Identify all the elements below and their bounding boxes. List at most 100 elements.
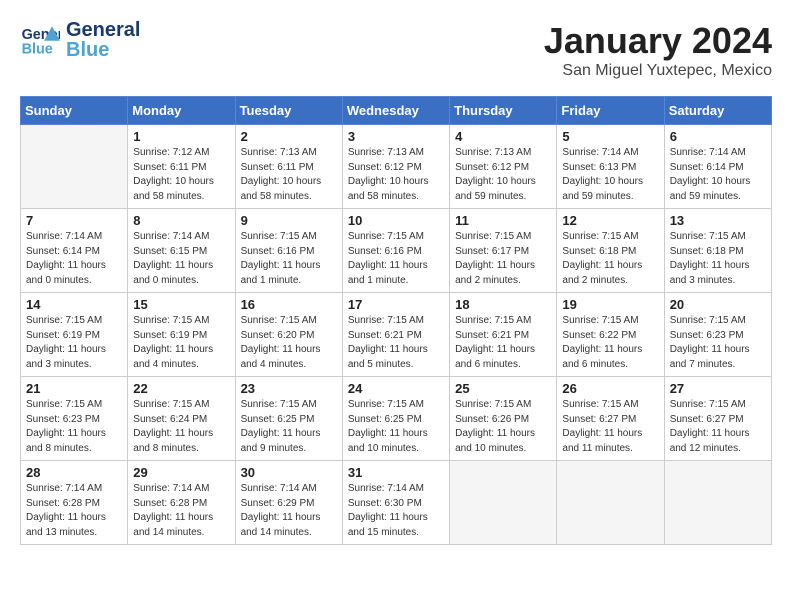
- day-info: Sunrise: 7:14 AM Sunset: 6:15 PM Dayligh…: [133, 230, 229, 288]
- day-number: 3: [348, 129, 444, 144]
- calendar-cell: 16 Sunrise: 7:15 AM Sunset: 6:20 PM Dayli…: [235, 293, 342, 377]
- logo: General Blue General Blue: [20, 20, 140, 60]
- calendar-cell: 15 Sunrise: 7:15 AM Sunset: 6:19 PM Dayli…: [128, 293, 235, 377]
- day-number: 25: [455, 381, 551, 396]
- day-number: 30: [241, 465, 337, 480]
- day-info: Sunrise: 7:15 AM Sunset: 6:16 PM Dayligh…: [241, 230, 337, 288]
- day-info: Sunrise: 7:14 AM Sunset: 6:14 PM Dayligh…: [670, 146, 766, 204]
- calendar-cell: 28 Sunrise: 7:14 AM Sunset: 6:28 PM Dayli…: [21, 461, 128, 545]
- calendar-week-3: 21Sunrise: 7:15 AM Sunset: 6:23 PM Dayli…: [21, 377, 772, 461]
- header-wednesday: Wednesday: [342, 97, 449, 125]
- header-thursday: Thursday: [450, 97, 557, 125]
- calendar-cell: 22 Sunrise: 7:15 AM Sunset: 6:24 PM Dayli…: [128, 377, 235, 461]
- logo-blue: Blue: [66, 40, 140, 60]
- day-info: Sunrise: 7:15 AM Sunset: 6:20 PM Dayligh…: [241, 314, 337, 372]
- day-info: Sunrise: 7:15 AM Sunset: 6:19 PM Dayligh…: [26, 314, 122, 372]
- calendar-cell: 1 Sunrise: 7:12 AM Sunset: 6:11 PM Daylig…: [128, 125, 235, 209]
- calendar-header-row: SundayMondayTuesdayWednesdayThursdayFrid…: [21, 97, 772, 125]
- day-number: 21: [26, 381, 122, 396]
- day-number: 14: [26, 297, 122, 312]
- day-info: Sunrise: 7:15 AM Sunset: 6:25 PM Dayligh…: [241, 398, 337, 456]
- day-info: Sunrise: 7:14 AM Sunset: 6:30 PM Dayligh…: [348, 482, 444, 540]
- day-number: 4: [455, 129, 551, 144]
- calendar-subtitle: San Miguel Yuxtepec, Mexico: [544, 62, 772, 80]
- day-number: 15: [133, 297, 229, 312]
- svg-text:Blue: Blue: [22, 42, 53, 58]
- calendar-cell: 11 Sunrise: 7:15 AM Sunset: 6:17 PM Dayli…: [450, 209, 557, 293]
- calendar-cell: 12 Sunrise: 7:15 AM Sunset: 6:18 PM Dayli…: [557, 209, 664, 293]
- day-info: Sunrise: 7:15 AM Sunset: 6:22 PM Dayligh…: [562, 314, 658, 372]
- day-number: 16: [241, 297, 337, 312]
- calendar-cell: 25Sunrise: 7:15 AM Sunset: 6:26 PM Dayli…: [450, 377, 557, 461]
- day-number: 7: [26, 213, 122, 228]
- day-number: 22: [133, 381, 229, 396]
- day-info: Sunrise: 7:13 AM Sunset: 6:12 PM Dayligh…: [348, 146, 444, 204]
- day-info: Sunrise: 7:15 AM Sunset: 6:16 PM Dayligh…: [348, 230, 444, 288]
- calendar-week-0: 1 Sunrise: 7:12 AM Sunset: 6:11 PM Daylig…: [21, 125, 772, 209]
- calendar-cell: 31 Sunrise: 7:14 AM Sunset: 6:30 PM Dayli…: [342, 461, 449, 545]
- day-number: 19: [562, 297, 658, 312]
- day-info: Sunrise: 7:15 AM Sunset: 6:18 PM Dayligh…: [670, 230, 766, 288]
- calendar-cell: 3 Sunrise: 7:13 AM Sunset: 6:12 PM Daylig…: [342, 125, 449, 209]
- day-info: Sunrise: 7:15 AM Sunset: 6:21 PM Dayligh…: [455, 314, 551, 372]
- day-info: Sunrise: 7:12 AM Sunset: 6:11 PM Dayligh…: [133, 146, 229, 204]
- day-number: 31: [348, 465, 444, 480]
- day-number: 20: [670, 297, 766, 312]
- calendar-cell: 20 Sunrise: 7:15 AM Sunset: 6:23 PM Dayli…: [664, 293, 771, 377]
- header-saturday: Saturday: [664, 97, 771, 125]
- calendar-cell: [557, 461, 664, 545]
- day-info: Sunrise: 7:13 AM Sunset: 6:11 PM Dayligh…: [241, 146, 337, 204]
- day-number: 6: [670, 129, 766, 144]
- calendar-cell: 24 Sunrise: 7:15 AM Sunset: 6:25 PM Dayli…: [342, 377, 449, 461]
- day-number: 11: [455, 213, 551, 228]
- calendar-cell: 5Sunrise: 7:14 AM Sunset: 6:13 PM Daylig…: [557, 125, 664, 209]
- day-number: 28: [26, 465, 122, 480]
- header-monday: Monday: [128, 97, 235, 125]
- calendar-week-1: 7 Sunrise: 7:14 AM Sunset: 6:14 PM Daylig…: [21, 209, 772, 293]
- header-friday: Friday: [557, 97, 664, 125]
- calendar-cell: 14 Sunrise: 7:15 AM Sunset: 6:19 PM Dayli…: [21, 293, 128, 377]
- logo-icon: General Blue: [20, 20, 60, 60]
- day-info: Sunrise: 7:15 AM Sunset: 6:25 PM Dayligh…: [348, 398, 444, 456]
- day-info: Sunrise: 7:15 AM Sunset: 6:19 PM Dayligh…: [133, 314, 229, 372]
- header-sunday: Sunday: [21, 97, 128, 125]
- calendar-cell: 8Sunrise: 7:14 AM Sunset: 6:15 PM Daylig…: [128, 209, 235, 293]
- day-info: Sunrise: 7:15 AM Sunset: 6:18 PM Dayligh…: [562, 230, 658, 288]
- day-number: 18: [455, 297, 551, 312]
- day-number: 12: [562, 213, 658, 228]
- calendar-cell: 13 Sunrise: 7:15 AM Sunset: 6:18 PM Dayli…: [664, 209, 771, 293]
- day-info: Sunrise: 7:15 AM Sunset: 6:27 PM Dayligh…: [670, 398, 766, 456]
- day-info: Sunrise: 7:15 AM Sunset: 6:21 PM Dayligh…: [348, 314, 444, 372]
- header: General Blue General Blue January 2024 S…: [20, 20, 772, 80]
- day-number: 9: [241, 213, 337, 228]
- logo-text: General Blue: [66, 20, 140, 60]
- calendar-cell: 30 Sunrise: 7:14 AM Sunset: 6:29 PM Dayli…: [235, 461, 342, 545]
- day-info: Sunrise: 7:14 AM Sunset: 6:29 PM Dayligh…: [241, 482, 337, 540]
- calendar-week-4: 28 Sunrise: 7:14 AM Sunset: 6:28 PM Dayli…: [21, 461, 772, 545]
- calendar-table: SundayMondayTuesdayWednesdayThursdayFrid…: [20, 96, 772, 545]
- day-number: 2: [241, 129, 337, 144]
- calendar-cell: 9 Sunrise: 7:15 AM Sunset: 6:16 PM Daylig…: [235, 209, 342, 293]
- logo-general: General: [66, 20, 140, 40]
- day-info: Sunrise: 7:13 AM Sunset: 6:12 PM Dayligh…: [455, 146, 551, 204]
- day-number: 1: [133, 129, 229, 144]
- calendar-cell: 2 Sunrise: 7:13 AM Sunset: 6:11 PM Daylig…: [235, 125, 342, 209]
- day-info: Sunrise: 7:14 AM Sunset: 6:14 PM Dayligh…: [26, 230, 122, 288]
- calendar-cell: 19 Sunrise: 7:15 AM Sunset: 6:22 PM Dayli…: [557, 293, 664, 377]
- calendar-cell: 10 Sunrise: 7:15 AM Sunset: 6:16 PM Dayli…: [342, 209, 449, 293]
- calendar-cell: 21Sunrise: 7:15 AM Sunset: 6:23 PM Dayli…: [21, 377, 128, 461]
- title-area: January 2024 San Miguel Yuxtepec, Mexico: [544, 20, 772, 80]
- day-number: 27: [670, 381, 766, 396]
- calendar-cell: [450, 461, 557, 545]
- day-info: Sunrise: 7:15 AM Sunset: 6:17 PM Dayligh…: [455, 230, 551, 288]
- calendar-cell: 27 Sunrise: 7:15 AM Sunset: 6:27 PM Dayli…: [664, 377, 771, 461]
- calendar-cell: 7 Sunrise: 7:14 AM Sunset: 6:14 PM Daylig…: [21, 209, 128, 293]
- day-number: 10: [348, 213, 444, 228]
- day-number: 13: [670, 213, 766, 228]
- day-number: 24: [348, 381, 444, 396]
- day-info: Sunrise: 7:14 AM Sunset: 6:28 PM Dayligh…: [26, 482, 122, 540]
- day-info: Sunrise: 7:15 AM Sunset: 6:23 PM Dayligh…: [670, 314, 766, 372]
- day-number: 5: [562, 129, 658, 144]
- day-info: Sunrise: 7:15 AM Sunset: 6:24 PM Dayligh…: [133, 398, 229, 456]
- calendar-cell: 23Sunrise: 7:15 AM Sunset: 6:25 PM Dayli…: [235, 377, 342, 461]
